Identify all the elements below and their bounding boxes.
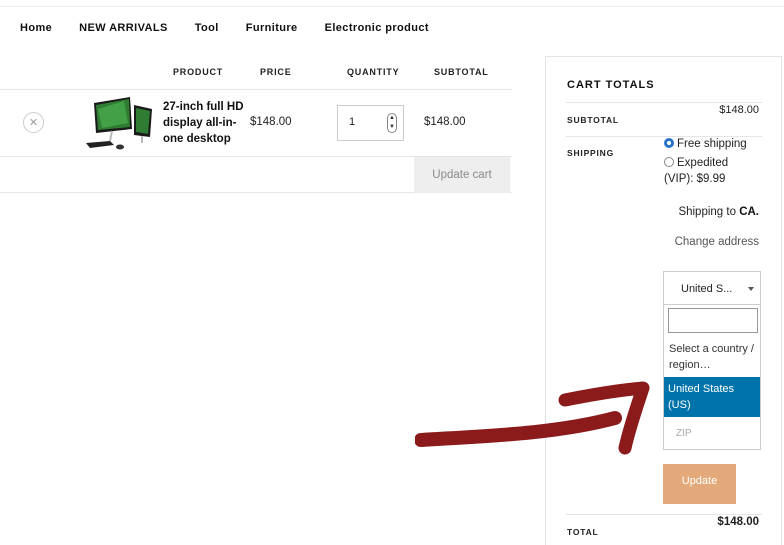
- quantity-stepper[interactable]: 1 ▲ ▼: [337, 105, 404, 141]
- annotation-arrow-icon: [415, 381, 650, 455]
- spinner-icon[interactable]: ▲ ▼: [387, 113, 397, 133]
- header-subtotal: SUBTOTAL: [434, 67, 489, 77]
- divider: [566, 514, 762, 515]
- main-nav: Home NEW ARRIVALS Tool Furniture Electro…: [20, 22, 456, 34]
- quantity-value: 1: [349, 116, 356, 128]
- shipping-to-prefix: Shipping to: [678, 206, 740, 218]
- zip-input[interactable]: ZIP: [663, 416, 761, 450]
- nav-new-arrivals[interactable]: NEW ARRIVALS: [79, 22, 168, 34]
- country-option-highlighted[interactable]: United States (US): [664, 377, 760, 417]
- nav-electronic-product[interactable]: Electronic product: [325, 22, 429, 34]
- shipping-option-expedited[interactable]: Expedited (VIP): $9.99: [664, 155, 744, 187]
- caret-down-icon: [748, 287, 754, 291]
- product-thumbnail[interactable]: [84, 95, 156, 153]
- subtotal-label: SUBTOTAL: [567, 115, 619, 125]
- cart-totals-title: CART TOTALS: [567, 79, 655, 91]
- shipping-to-value: CA.: [739, 206, 759, 218]
- product-name-link[interactable]: 27-inch full HD display all-in-one deskt…: [163, 99, 253, 147]
- cart-actions-row: Update cart: [0, 157, 512, 193]
- header-quantity: QUANTITY: [347, 67, 400, 77]
- subtotal-value: $148.00: [719, 104, 759, 116]
- close-icon: ✕: [28, 117, 39, 129]
- cart-item-row: ✕ 27-inch full HD display all-in-one des…: [0, 90, 512, 157]
- divider: [566, 102, 762, 103]
- update-shipping-button[interactable]: Update: [663, 464, 736, 504]
- radio-selected-icon[interactable]: [664, 138, 674, 148]
- total-value: $148.00: [717, 516, 759, 528]
- radio-unselected-icon[interactable]: [664, 157, 674, 167]
- shipping-option-free[interactable]: Free shipping: [664, 136, 747, 152]
- country-dropdown: Select a country / region… United States…: [663, 304, 761, 417]
- shipping-label: SHIPPING: [567, 148, 615, 158]
- cart-totals-panel: CART TOTALS SUBTOTAL $148.00 SHIPPING Fr…: [545, 56, 782, 545]
- header-price: PRICE: [260, 67, 292, 77]
- country-select[interactable]: United S...: [663, 271, 761, 305]
- remove-item-button[interactable]: ✕: [23, 112, 44, 133]
- product-subtotal: $148.00: [424, 116, 466, 128]
- country-select-value: United S...: [681, 283, 733, 295]
- total-label: TOTAL: [567, 527, 599, 537]
- shipping-destination: Shipping to CA.: [678, 206, 759, 218]
- update-cart-button[interactable]: Update cart: [414, 157, 510, 193]
- cart-table-header: PRODUCT PRICE QUANTITY SUBTOTAL: [0, 56, 512, 90]
- country-option[interactable]: Select a country / region…: [669, 341, 759, 373]
- nav-tool[interactable]: Tool: [195, 22, 219, 34]
- cart-table: PRODUCT PRICE QUANTITY SUBTOTAL ✕ 27-inc…: [0, 56, 512, 193]
- country-search-input[interactable]: [668, 308, 758, 333]
- nav-furniture[interactable]: Furniture: [246, 22, 298, 34]
- shipping-option-label: Free shipping: [677, 138, 747, 150]
- header-product: PRODUCT: [173, 67, 224, 77]
- nav-home[interactable]: Home: [20, 22, 52, 34]
- change-address-link[interactable]: Change address: [675, 236, 759, 248]
- product-price: $148.00: [250, 116, 292, 128]
- header-divider: [0, 6, 784, 7]
